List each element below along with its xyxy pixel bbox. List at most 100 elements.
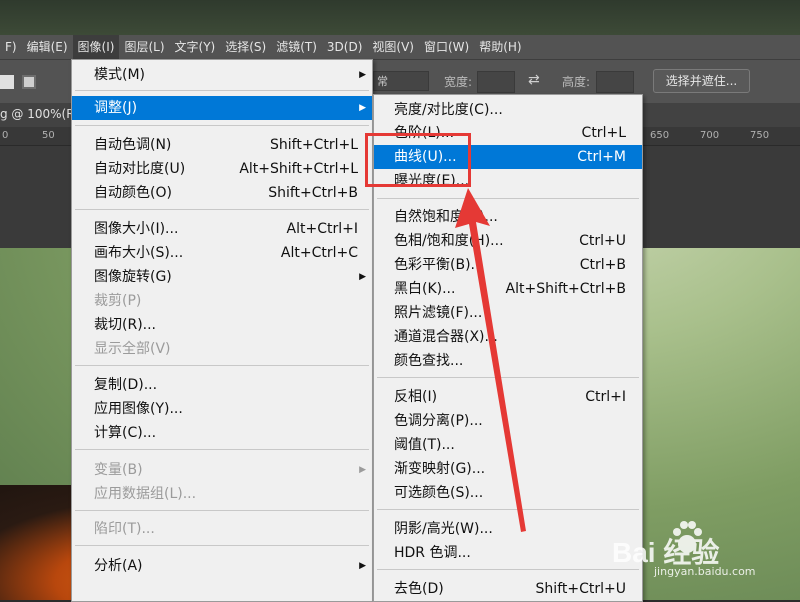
menu-item-trap: 陷印(T)...: [72, 517, 372, 541]
menu-item-label: 照片滤镜(F)...: [394, 305, 483, 321]
menu-item-label: 分析(A): [94, 558, 143, 574]
menu-item-threshold[interactable]: 阈值(T)...: [374, 433, 642, 457]
menu-item-duplicate[interactable]: 复制(D)...: [72, 373, 372, 397]
menu-select[interactable]: 选择(S): [220, 35, 271, 59]
menu-separator: [75, 545, 369, 546]
menu-3d[interactable]: 3D(D): [322, 35, 367, 59]
menu-image[interactable]: 图像(I): [72, 35, 120, 59]
menu-item-label: 裁切(R)...: [94, 317, 157, 333]
menu-item-shortcut: Alt+Shift+Ctrl+L: [239, 161, 358, 177]
menu-edit[interactable]: 编辑(E): [22, 35, 73, 59]
ruler-tick: 700: [700, 130, 720, 141]
menu-layer[interactable]: 图层(L): [119, 35, 169, 59]
menu-item-color-lookup[interactable]: 颜色查找...: [374, 349, 642, 373]
ruler-tick: 0: [2, 130, 9, 141]
menu-item-apply-image[interactable]: 应用图像(Y)...: [72, 397, 372, 421]
menu-item-shortcut: Ctrl+L: [581, 125, 626, 141]
ruler-tick: 650: [650, 130, 670, 141]
menu-item-photo-filter[interactable]: 照片滤镜(F)...: [374, 301, 642, 325]
menu-item-label: 调整(J): [94, 100, 138, 116]
menu-item-canvas-size[interactable]: 画布大小(S)... Alt+Ctrl+C: [72, 241, 372, 265]
menu-item-color-balance[interactable]: 色彩平衡(B)... Ctrl+B: [374, 253, 642, 277]
menu-item-label: 通道混合器(X)...: [394, 329, 498, 345]
menu-item-label: 反相(I): [394, 389, 438, 405]
menu-separator: [75, 209, 369, 210]
menu-item-brightness-contrast[interactable]: 亮度/对比度(C)...: [374, 98, 642, 122]
menu-item-label: 画布大小(S)...: [94, 245, 184, 261]
image-menu: 模式(M) ▶ 调整(J) ▶ 自动色调(N) Shift+Ctrl+L 自动对…: [71, 59, 373, 602]
height-input[interactable]: [596, 71, 634, 93]
menu-item-shortcut: Shift+Ctrl+L: [270, 137, 358, 153]
menu-item-shortcut: Ctrl+B: [579, 257, 626, 273]
menu-item-shortcut: Ctrl+M: [577, 149, 626, 165]
menu-item-adjustments[interactable]: 调整(J) ▶: [72, 96, 372, 120]
add-selection-icon[interactable]: [22, 75, 36, 89]
menu-filter[interactable]: 滤镜(T): [271, 35, 322, 59]
menu-item-vibrance[interactable]: 自然饱和度(V)...: [374, 205, 642, 229]
menu-type[interactable]: 文字(Y): [170, 35, 221, 59]
menu-item-label: 应用数据组(L)...: [94, 486, 197, 502]
menu-item-reveal-all: 显示全部(V): [72, 337, 372, 361]
menu-window[interactable]: 窗口(W): [419, 35, 474, 59]
menu-item-label: 陷印(T)...: [94, 521, 155, 537]
menu-item-label: 自动对比度(U): [94, 161, 186, 177]
menu-item-label: 自动色调(N): [94, 137, 172, 153]
menu-item-apply-data-set: 应用数据组(L)...: [72, 482, 372, 506]
window-top-strip: [0, 0, 800, 35]
watermark-url: jingyan.baidu.com: [654, 565, 756, 578]
menu-item-invert[interactable]: 反相(I) Ctrl+I: [374, 385, 642, 409]
swap-dimensions-icon[interactable]: ⇄: [528, 72, 540, 88]
menu-item-label: 自然饱和度(V)...: [394, 209, 498, 225]
menu-item-gradient-map[interactable]: 渐变映射(G)...: [374, 457, 642, 481]
menu-item-auto-color[interactable]: 自动颜色(O) Shift+Ctrl+B: [72, 181, 372, 205]
menu-item-analysis[interactable]: 分析(A) ▶: [72, 554, 372, 578]
menu-item-selective-color[interactable]: 可选颜色(S)...: [374, 481, 642, 505]
new-selection-icon[interactable]: [0, 75, 14, 89]
menubar: F) 编辑(E) 图像(I) 图层(L) 文字(Y) 选择(S) 滤镜(T) 3…: [0, 35, 800, 59]
height-label: 高度:: [562, 75, 591, 89]
select-and-mask-button[interactable]: 选择并遮住...: [653, 69, 750, 93]
menu-item-label: 图像旋转(G): [94, 269, 172, 285]
menu-item-image-rotation[interactable]: 图像旋转(G) ▶: [72, 265, 372, 289]
menu-item-shortcut: Alt+Shift+Ctrl+B: [505, 281, 626, 297]
menu-item-shortcut: Ctrl+I: [585, 389, 626, 405]
menu-item-label: 图像大小(I)...: [94, 221, 179, 237]
submenu-arrow-icon: ▶: [359, 465, 366, 475]
menu-separator: [75, 510, 369, 511]
menu-item-label: 阈值(T)...: [394, 437, 455, 453]
menu-item-auto-tone[interactable]: 自动色调(N) Shift+Ctrl+L: [72, 133, 372, 157]
menu-help[interactable]: 帮助(H): [474, 35, 526, 59]
style-select[interactable]: 常: [373, 71, 429, 91]
menu-item-image-size[interactable]: 图像大小(I)... Alt+Ctrl+I: [72, 217, 372, 241]
menu-view[interactable]: 视图(V): [367, 35, 419, 59]
menu-item-shortcut: Alt+Ctrl+I: [286, 221, 358, 237]
menu-item-label: 色相/饱和度(H)...: [394, 233, 504, 249]
menu-item-black-white[interactable]: 黑白(K)... Alt+Shift+Ctrl+B: [374, 277, 642, 301]
menu-file[interactable]: F): [0, 35, 22, 59]
watermark-logo: Bai 经验 jingyan.baidu.com: [612, 517, 772, 587]
menu-item-desaturate[interactable]: 去色(D) Shift+Ctrl+U: [374, 577, 642, 601]
menu-item-label: 渐变映射(G)...: [394, 461, 486, 477]
menu-separator: [377, 377, 639, 378]
menu-item-posterize[interactable]: 色调分离(P)...: [374, 409, 642, 433]
menu-item-label: 亮度/对比度(C)...: [394, 102, 503, 118]
menu-item-label: 自动颜色(O): [94, 185, 172, 201]
menu-item-shadows-highlights[interactable]: 阴影/高光(W)...: [374, 517, 642, 541]
menu-item-label: 可选颜色(S)...: [394, 485, 484, 501]
menu-item-label: 去色(D): [394, 581, 444, 597]
menu-item-hdr-toning[interactable]: HDR 色调...: [374, 541, 642, 565]
menu-item-auto-contrast[interactable]: 自动对比度(U) Alt+Shift+Ctrl+L: [72, 157, 372, 181]
submenu-arrow-icon: ▶: [359, 103, 366, 113]
menu-item-label: 裁剪(P): [94, 293, 142, 309]
menu-item-label: 阴影/高光(W)...: [394, 521, 493, 537]
menu-separator: [75, 449, 369, 450]
menu-item-channel-mixer[interactable]: 通道混合器(X)...: [374, 325, 642, 349]
menu-item-hue-saturation[interactable]: 色相/饱和度(H)... Ctrl+U: [374, 229, 642, 253]
menu-item-shortcut: Alt+Ctrl+C: [280, 245, 358, 261]
ruler-tick: 50: [42, 130, 55, 141]
menu-item-calculations[interactable]: 计算(C)...: [72, 421, 372, 445]
menu-item-label: 黑白(K)...: [394, 281, 456, 297]
menu-item-trim[interactable]: 裁切(R)...: [72, 313, 372, 337]
width-input[interactable]: [477, 71, 515, 93]
menu-item-mode[interactable]: 模式(M) ▶: [72, 63, 372, 87]
